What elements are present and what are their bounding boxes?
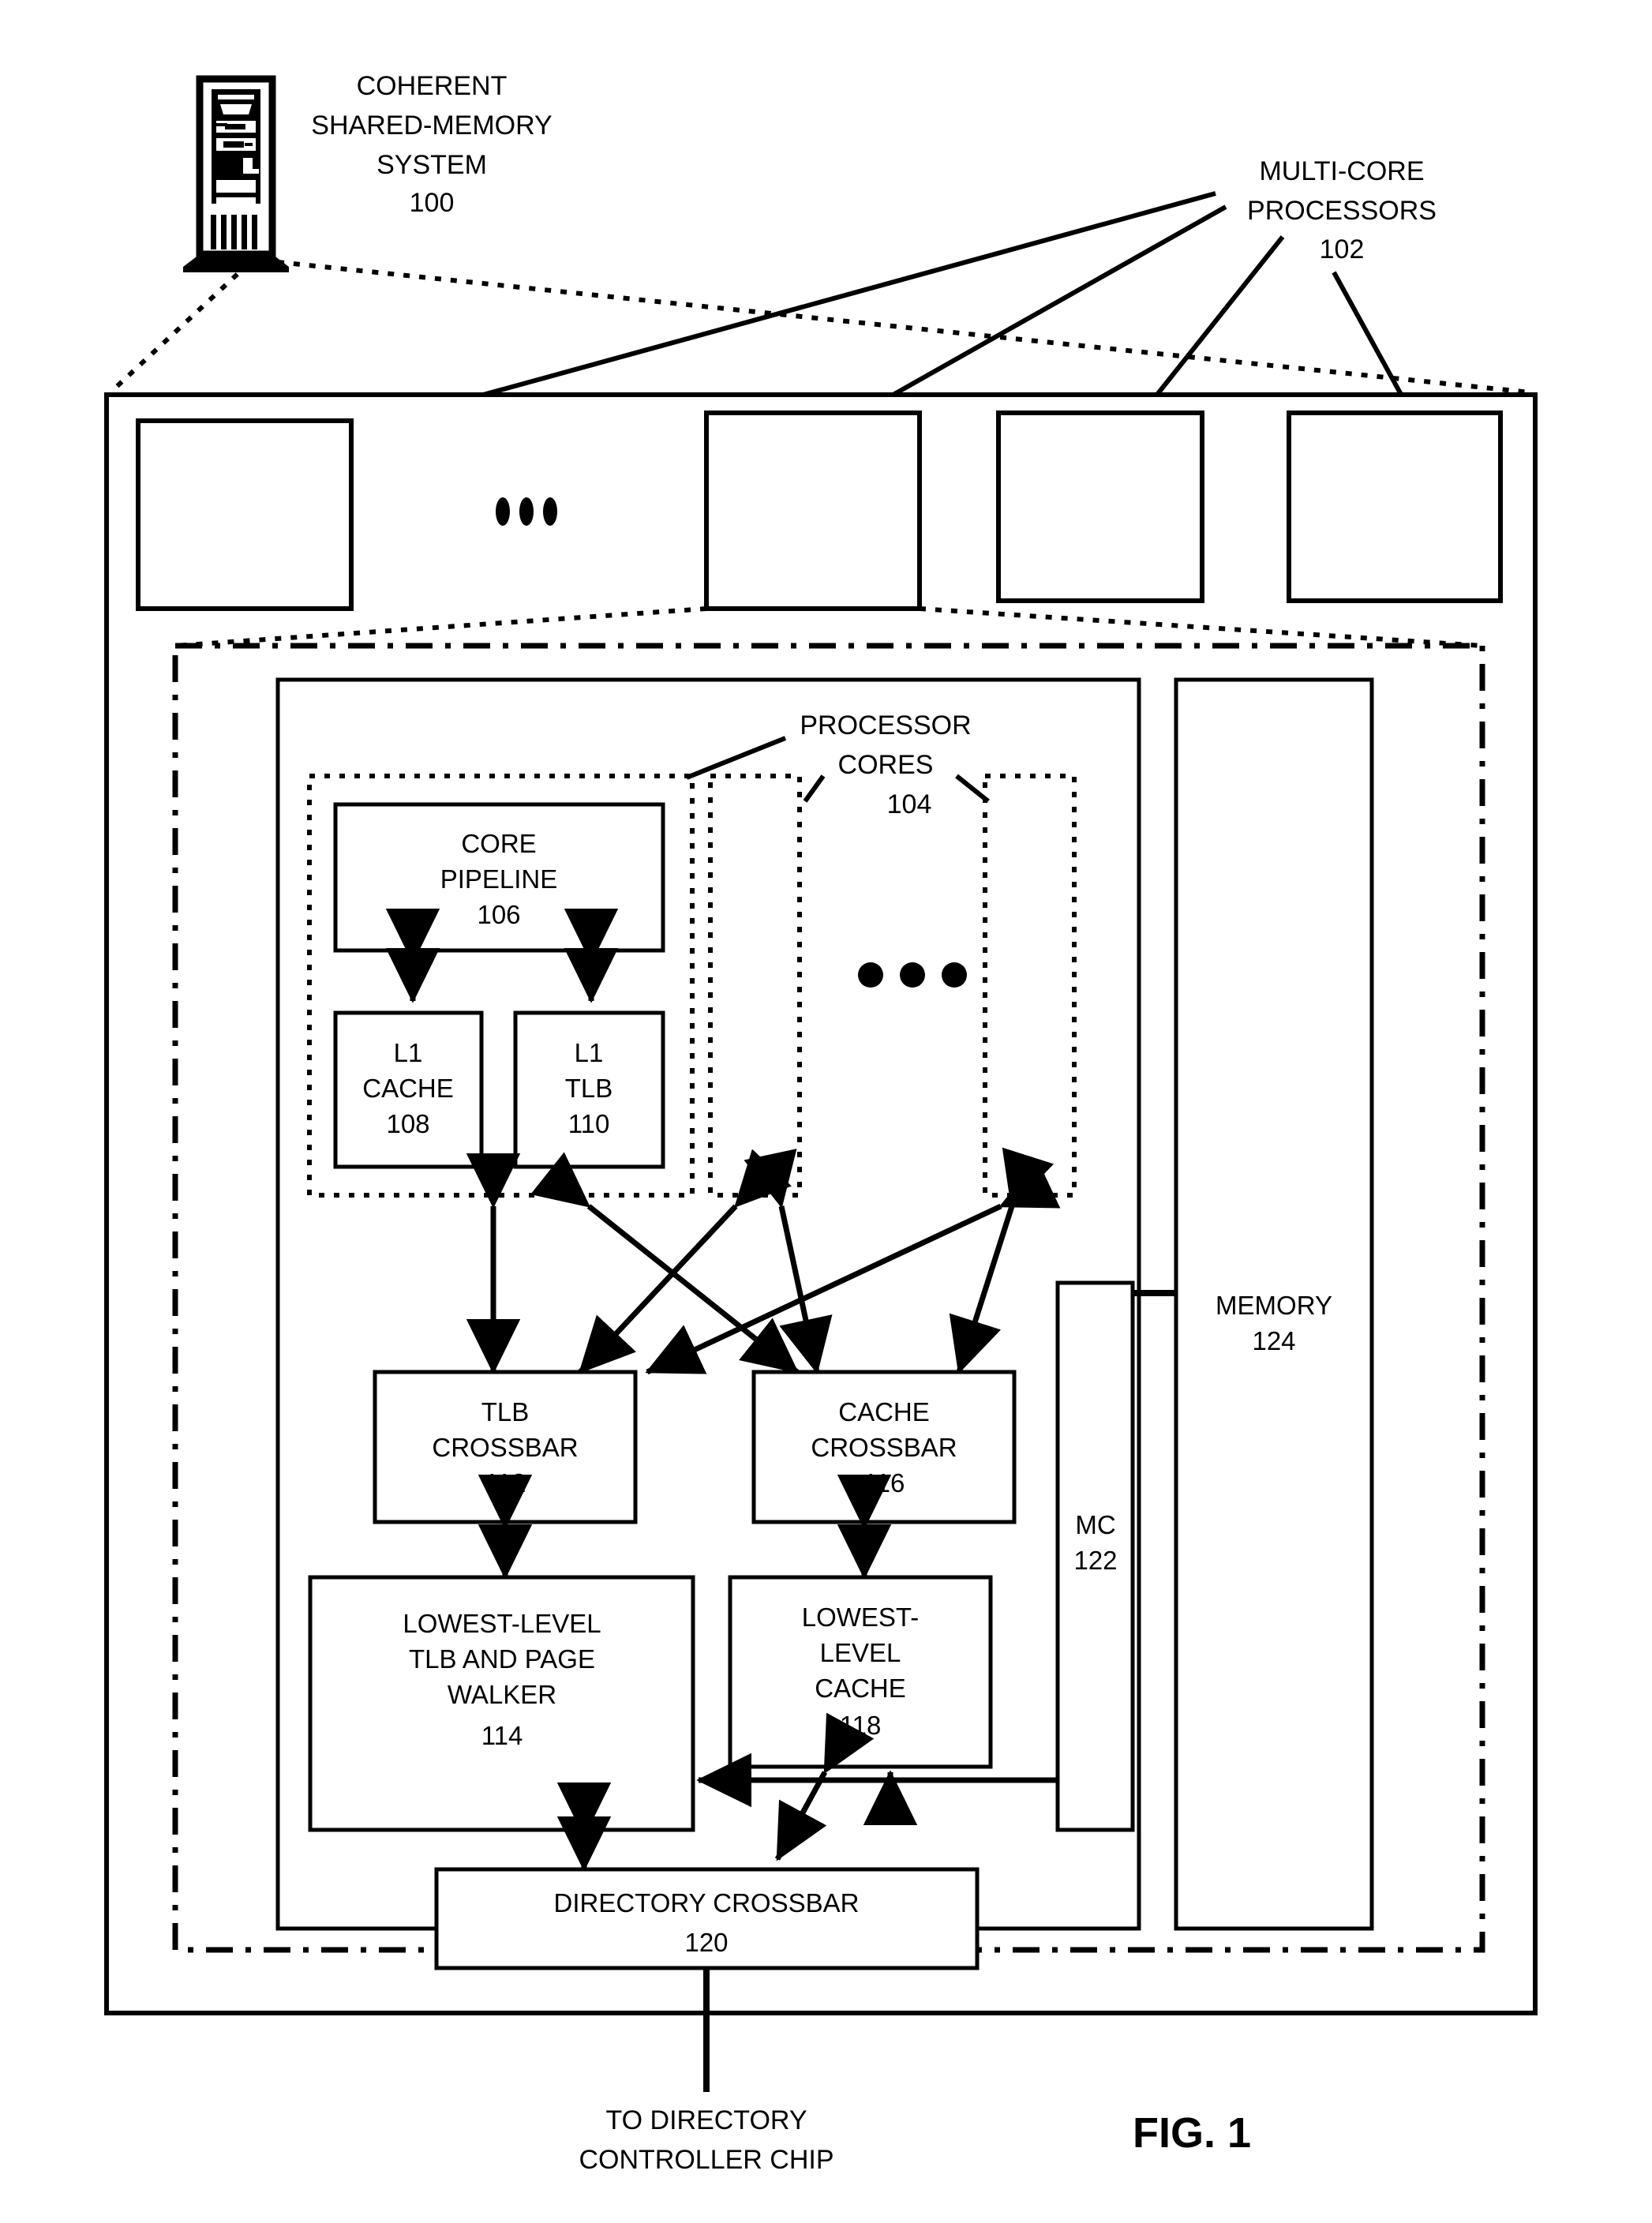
ll-cache-line-3: CACHE — [815, 1674, 906, 1703]
cache-crossbar-line-1: CACHE — [838, 1397, 930, 1426]
l1-tlb-line-2: TLB — [565, 1074, 613, 1103]
multicore-label-line-1: MULTI-CORE — [1259, 156, 1424, 186]
server-tower-icon — [183, 75, 289, 272]
multicore-ref-102: 102 — [1320, 234, 1365, 264]
mc-ref-122: 122 — [1073, 1546, 1117, 1575]
tlb-crossbar-line-2: CROSSBAR — [432, 1433, 578, 1462]
figure-canvas: COHERENT SHARED-MEMORY SYSTEM 100 MULTI-… — [104, 71, 1538, 2175]
tlb-crossbar-line-1: TLB — [481, 1397, 530, 1426]
memory-label: MEMORY — [1216, 1291, 1332, 1320]
patent-figure-page: COHERENT SHARED-MEMORY SYSTEM 100 MULTI-… — [0, 0, 1652, 2223]
system-title-line-2: SHARED-MEMORY — [311, 111, 552, 141]
system-title-line-3: SYSTEM — [376, 150, 487, 180]
expand-line-right — [277, 260, 1530, 395]
tlb-crossbar-ref-112: 112 — [485, 1468, 526, 1498]
cache-crossbar-line-2: CROSSBAR — [811, 1433, 957, 1462]
directory-crossbar-ref-120: 120 — [684, 1928, 728, 1957]
processor-box-2[interactable] — [704, 410, 922, 611]
figure-label: FIG. 1 — [1133, 2109, 1251, 2157]
l1-tlb-line-1: L1 — [575, 1038, 604, 1067]
core-pipeline-ref-106: 106 — [477, 900, 520, 929]
to-directory-line-1: TO DIRECTORY — [605, 2105, 807, 2135]
ll-cache-line-1: LOWEST- — [802, 1603, 920, 1632]
directory-crossbar-label: DIRECTORY CROSSBAR — [554, 1888, 860, 1917]
l1-cache-line-1: L1 — [394, 1038, 423, 1067]
system-ref-100: 100 — [410, 188, 455, 218]
processor-row-ellipsis — [496, 497, 557, 526]
l1-tlb-ref-110: 110 — [568, 1109, 610, 1138]
processor-box-1[interactable] — [136, 418, 354, 611]
multicore-leader-1 — [368, 191, 1216, 429]
processor-cores-label-line-2: CORES — [838, 750, 934, 780]
expand-line-left — [108, 250, 263, 395]
cache-crossbar-ref-116: 116 — [863, 1468, 905, 1498]
l1-cache-ref-108: 108 — [386, 1109, 429, 1138]
to-directory-line-2: CONTROLLER CHIP — [579, 2145, 833, 2175]
core-row-ellipsis — [858, 962, 967, 988]
memory-ref-124: 124 — [1252, 1326, 1295, 1355]
ll-tlb-line-3: WALKER — [448, 1680, 556, 1709]
ll-cache-ref-118: 118 — [840, 1711, 882, 1740]
processor-cores-label-line-1: PROCESSOR — [800, 710, 971, 740]
multicore-label-line-2: PROCESSORS — [1247, 196, 1437, 226]
core-pipeline-line-2: PIPELINE — [440, 864, 558, 894]
processor-box-3[interactable] — [996, 410, 1204, 603]
ll-cache-line-2: LEVEL — [820, 1638, 901, 1667]
system-title-line-1: COHERENT — [357, 71, 508, 101]
ll-tlb-line-1: LOWEST-LEVEL — [403, 1609, 601, 1638]
mc-label: MC — [1075, 1510, 1115, 1539]
core-pipeline-line-1: CORE — [461, 829, 536, 858]
processor-box-4[interactable] — [1287, 410, 1503, 603]
ll-tlb-ref-114: 114 — [481, 1721, 523, 1750]
processor-cores-ref-104: 104 — [887, 789, 932, 819]
l1-cache-line-2: CACHE — [362, 1074, 454, 1103]
ll-tlb-line-2: TLB AND PAGE — [409, 1644, 595, 1674]
